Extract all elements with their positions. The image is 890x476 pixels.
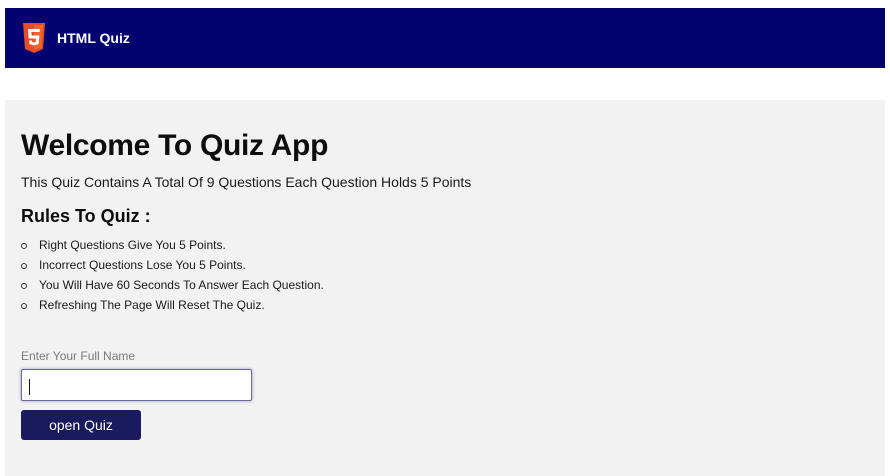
rule-item: Incorrect Questions Lose You 5 Points. (21, 255, 869, 275)
navbar: HTML Quiz (5, 8, 885, 68)
page-title: Welcome To Quiz App (21, 129, 329, 162)
quiz-description: This Quiz Contains A Total Of 9 Question… (21, 174, 472, 190)
app-title[interactable]: HTML Quiz (57, 30, 130, 46)
open-quiz-button[interactable]: open Quiz (21, 410, 141, 440)
welcome-panel: Welcome To Quiz App This Quiz Contains A… (5, 100, 885, 476)
rule-item: You Will Have 60 Seconds To Answer Each … (21, 275, 869, 295)
full-name-input[interactable] (21, 369, 252, 401)
rule-item: Right Questions Give You 5 Points. (21, 235, 869, 255)
text-caret (29, 379, 30, 395)
html5-icon[interactable] (21, 23, 47, 53)
rules-list: Right Questions Give You 5 Points. Incor… (21, 235, 869, 315)
name-label: Enter Your Full Name (21, 349, 136, 363)
rule-item: Refreshing The Page Will Reset The Quiz. (21, 295, 869, 315)
rules-heading: Rules To Quiz : (21, 206, 151, 226)
